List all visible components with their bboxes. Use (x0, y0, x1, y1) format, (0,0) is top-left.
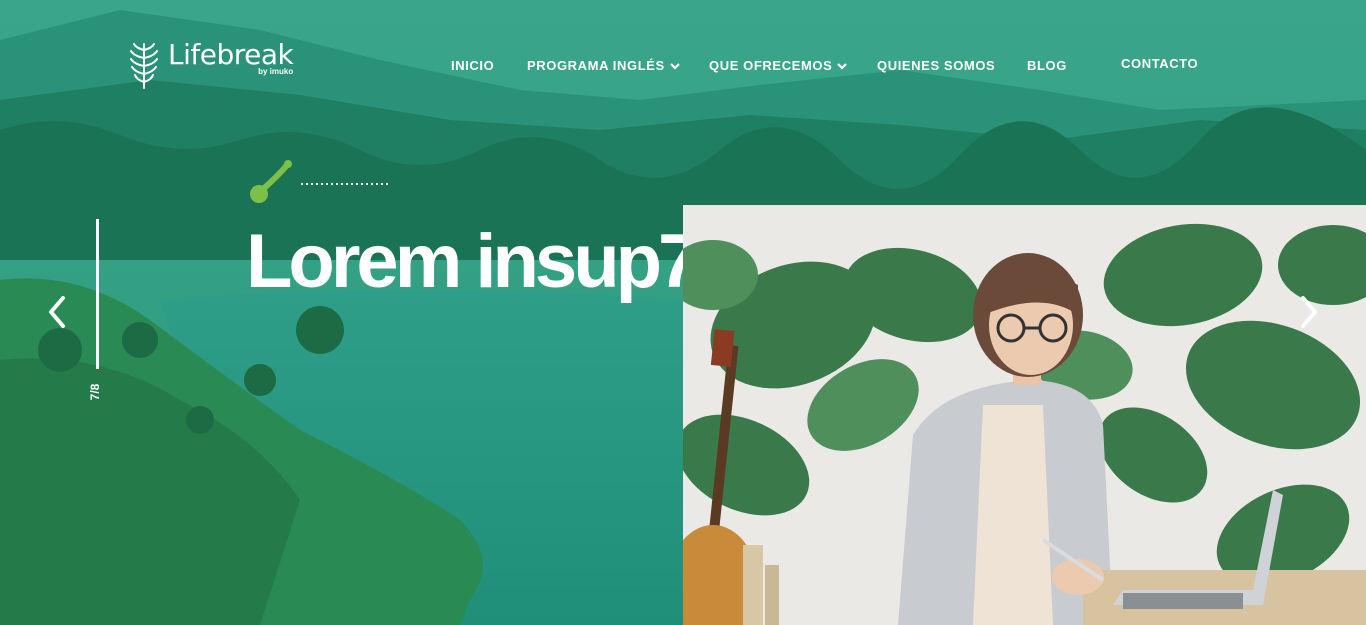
chevron-down-icon (837, 62, 848, 70)
nav-item-inicio[interactable]: INICIO (451, 58, 494, 73)
nav-item-label: CONTACTO (1121, 56, 1199, 71)
prev-slide-button[interactable] (42, 294, 72, 330)
nav-item-blog[interactable]: BLOG (1027, 58, 1067, 73)
chevron-down-icon (670, 62, 680, 70)
hero-title: Lorem insup7 (246, 219, 700, 304)
nav-item-label: QUE OFRECEMOS (709, 58, 833, 73)
chevron-right-icon (1301, 296, 1317, 328)
hero-photo (683, 205, 1366, 625)
nav-item-label: QUIENES SOMOS (877, 58, 996, 73)
main-nav: INICIO PROGRAMA INGLÉS QUE OFRECEMOS QUI… (0, 56, 1366, 78)
slide-counter: 7/8 (88, 383, 102, 401)
nav-item-label: PROGRAMA INGLÉS (527, 58, 665, 73)
lime-stroke-icon (250, 160, 388, 203)
slide-progress-line (96, 219, 99, 369)
nav-item-quienes-somos[interactable]: QUIENES SOMOS (877, 58, 995, 73)
nav-item-que-ofrecemos[interactable]: QUE OFRECEMOS (709, 58, 848, 73)
nav-item-contacto[interactable]: CONTACTO (1121, 56, 1198, 71)
next-slide-button[interactable] (1294, 294, 1324, 330)
nav-item-label: INICIO (451, 58, 495, 73)
nav-item-programa-ingles[interactable]: PROGRAMA INGLÉS (527, 58, 680, 73)
chevron-left-icon (49, 296, 65, 328)
nav-item-label: BLOG (1027, 58, 1067, 73)
